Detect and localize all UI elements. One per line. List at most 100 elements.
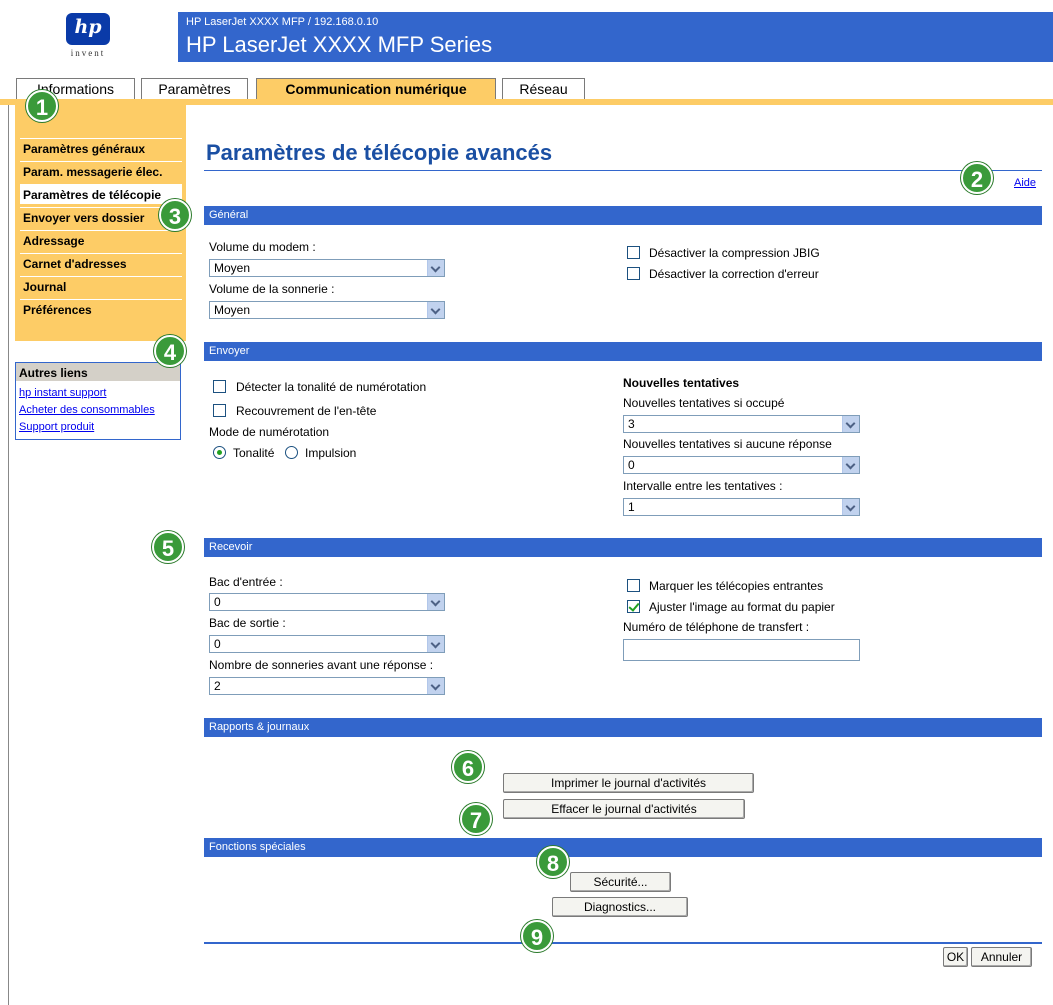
- cancel-button[interactable]: Annuler: [971, 947, 1032, 967]
- sidebar-item-messagerie[interactable]: Param. messagerie élec.: [20, 161, 182, 181]
- redial-interval-select[interactable]: 1: [623, 498, 860, 516]
- pulse-label: Impulsion: [305, 446, 357, 460]
- title-divider: [204, 170, 1042, 171]
- modem-volume-value: Moyen: [214, 261, 251, 275]
- callout-3: 3: [159, 199, 191, 231]
- rings-select[interactable]: 2: [209, 677, 445, 695]
- callout-1: 1: [26, 90, 58, 122]
- logo-tagline: invent: [70, 48, 106, 58]
- header: hp invent HP LaserJet XXXX MFP / 192.168…: [0, 0, 1053, 68]
- link-hp-instant-support[interactable]: hp instant support: [19, 387, 106, 399]
- fit-to-page-label: Ajuster l'image au format du papier: [649, 600, 835, 614]
- pulse-radio[interactable]: [285, 446, 298, 459]
- redial-busy-label: Nouvelles tentatives si occupé: [623, 396, 785, 410]
- callout-6: 6: [452, 751, 484, 783]
- title-bar: HP LaserJet XXXX MFP / 192.168.0.10 HP L…: [178, 12, 1053, 62]
- output-bin-label: Bac de sortie :: [209, 616, 286, 630]
- bottom-divider: [204, 942, 1042, 944]
- input-tray-select[interactable]: 0: [209, 593, 445, 611]
- sidebar-item-journal[interactable]: Journal: [20, 276, 182, 296]
- ring-volume-select[interactable]: Moyen: [209, 301, 445, 319]
- output-bin-value: 0: [214, 637, 221, 651]
- chevron-down-icon: [427, 302, 444, 318]
- sidebar-item-telecopie[interactable]: Paramètres de télécopie: [20, 184, 182, 204]
- print-log-button[interactable]: Imprimer le journal d'activités: [503, 773, 754, 793]
- ring-volume-label: Volume de la sonnerie :: [209, 282, 335, 296]
- redial-noanswer-value: 0: [628, 458, 635, 472]
- tone-radio[interactable]: [213, 446, 226, 459]
- input-tray-value: 0: [214, 595, 221, 609]
- redial-noanswer-label: Nouvelles tentatives si aucune réponse: [623, 437, 832, 451]
- header-overlay-checkbox[interactable]: [213, 404, 226, 417]
- hp-logo-icon: hp: [66, 13, 110, 45]
- redial-interval-value: 1: [628, 500, 635, 514]
- tab-reseau[interactable]: Réseau: [502, 78, 585, 100]
- callout-5: 5: [152, 531, 184, 563]
- chevron-down-icon: [842, 499, 859, 515]
- security-button[interactable]: Sécurité...: [570, 872, 671, 892]
- callout-2: 2: [961, 162, 993, 194]
- other-links-title: Autres liens: [16, 363, 180, 381]
- section-recevoir: Recevoir: [204, 538, 1042, 557]
- tone-label: Tonalité: [233, 446, 275, 460]
- callout-7: 7: [460, 803, 492, 835]
- device-address: HP LaserJet XXXX MFP / 192.168.0.10: [186, 16, 379, 28]
- fit-to-page-checkbox[interactable]: [627, 600, 640, 613]
- callout-9: 9: [521, 920, 553, 952]
- ok-button[interactable]: OK: [943, 947, 968, 967]
- redial-interval-label: Intervalle entre les tentatives :: [623, 479, 783, 493]
- clear-log-button[interactable]: Effacer le journal d'activités: [503, 799, 745, 819]
- header-overlay-label: Recouvrement de l'en-tête: [236, 404, 377, 418]
- link-acheter-consommables[interactable]: Acheter des consommables: [19, 404, 155, 416]
- device-name: HP LaserJet XXXX MFP Series: [186, 32, 493, 57]
- section-rapports: Rapports & journaux: [204, 718, 1042, 737]
- stamp-label: Marquer les télécopies entrantes: [649, 579, 824, 593]
- redial-busy-value: 3: [628, 417, 635, 431]
- forward-number-label: Numéro de téléphone de transfert :: [623, 620, 810, 634]
- sidebar-item-preferences[interactable]: Préférences: [20, 299, 182, 319]
- chevron-down-icon: [427, 594, 444, 610]
- hp-logo[interactable]: hp invent: [0, 0, 178, 68]
- jbig-label: Désactiver la compression JBIG: [649, 246, 820, 260]
- tab-parametres[interactable]: Paramètres: [141, 78, 248, 100]
- modem-volume-select[interactable]: Moyen: [209, 259, 445, 277]
- chevron-down-icon: [427, 678, 444, 694]
- tab-bar: Informations Paramètres Communication nu…: [0, 78, 1053, 100]
- page-frame-line: [8, 100, 9, 1005]
- link-support-produit[interactable]: Support produit: [19, 421, 94, 433]
- dial-tone-label: Détecter la tonalité de numérotation: [236, 380, 427, 394]
- page-title: Paramètres de télécopie avancés: [206, 140, 553, 165]
- forward-number-input[interactable]: [623, 639, 860, 661]
- output-bin-select[interactable]: 0: [209, 635, 445, 653]
- logo-mark: hp: [74, 16, 102, 38]
- chevron-down-icon: [427, 260, 444, 276]
- help-link[interactable]: Aide: [1014, 177, 1036, 189]
- redial-busy-select[interactable]: 3: [623, 415, 860, 433]
- callout-8: 8: [537, 846, 569, 878]
- section-envoyer: Envoyer: [204, 342, 1042, 361]
- other-links-box: Autres liens hp instant support Acheter …: [15, 362, 181, 440]
- sidebar-item-adressage[interactable]: Adressage: [20, 230, 182, 250]
- ecm-checkbox[interactable]: [627, 267, 640, 280]
- redial-title: Nouvelles tentatives: [623, 376, 740, 390]
- section-general: Général: [204, 206, 1042, 225]
- ring-volume-value: Moyen: [214, 303, 251, 317]
- sidebar-item-carnet-adresses[interactable]: Carnet d'adresses: [20, 253, 182, 273]
- tab-communication-numerique[interactable]: Communication numérique: [256, 78, 496, 100]
- sidebar-item-parametres-generaux[interactable]: Paramètres généraux: [20, 138, 182, 158]
- chevron-down-icon: [427, 636, 444, 652]
- dial-mode-label: Mode de numérotation: [209, 425, 330, 439]
- redial-noanswer-select[interactable]: 0: [623, 456, 860, 474]
- jbig-checkbox[interactable]: [627, 246, 640, 259]
- rings-label: Nombre de sonneries avant une réponse :: [209, 658, 434, 672]
- ecm-label: Désactiver la correction d'erreur: [649, 267, 819, 281]
- dial-tone-checkbox[interactable]: [213, 380, 226, 393]
- rings-value: 2: [214, 679, 221, 693]
- input-tray-label: Bac d'entrée :: [209, 575, 283, 589]
- chevron-down-icon: [842, 416, 859, 432]
- sidebar-item-envoyer-dossier[interactable]: Envoyer vers dossier: [20, 207, 182, 227]
- diagnostics-button[interactable]: Diagnostics...: [552, 897, 688, 917]
- section-fonctions-speciales: Fonctions spéciales: [204, 838, 1042, 857]
- stamp-checkbox[interactable]: [627, 579, 640, 592]
- modem-volume-label: Volume du modem :: [209, 240, 316, 254]
